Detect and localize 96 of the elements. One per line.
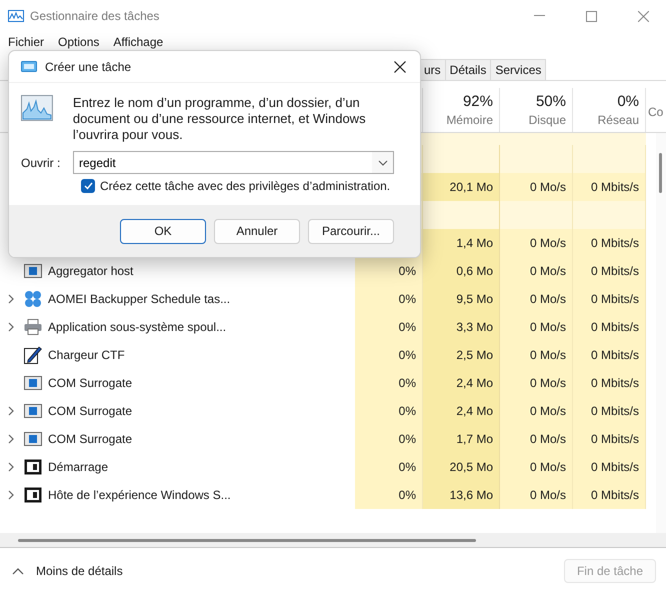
table-cell: 0 Mo/s [500, 369, 573, 397]
table-cell: 0% [355, 481, 423, 509]
process-name: Hôte de l’expérience Windows S... [48, 488, 231, 502]
process-name: COM Surrogate [48, 432, 132, 446]
table-cell: 0 Mbits/s [573, 313, 646, 341]
table-cell: 0 Mbits/s [573, 369, 646, 397]
tab[interactable]: Détails [444, 59, 492, 80]
table-cell: 0 Mo/s [500, 285, 573, 313]
column-header[interactable]: 0% Réseau [573, 88, 646, 132]
table-cell: 0% [355, 425, 423, 453]
window-icon [24, 404, 42, 418]
table-cell: 0 Mo/s [500, 425, 573, 453]
table-cell: 0 Mo/s [500, 397, 573, 425]
clover-icon [24, 290, 42, 308]
fewer-details-toggle[interactable]: Moins de détails [12, 564, 123, 578]
table-cell: 13,6 Mo [423, 481, 500, 509]
process-name: Aggregator host [48, 264, 134, 278]
table-cell: 1,4 Mo [423, 229, 500, 257]
table-cell: 20,1 Mo [423, 173, 500, 201]
window-title: Gestionnaire des tâches [30, 9, 160, 23]
process-name: AOMEI Backupper Schedule tas... [48, 292, 230, 306]
table-cell: 0% [355, 257, 423, 285]
table-cell: 0% [355, 285, 423, 313]
checkmark-icon [84, 182, 92, 190]
chevron-right-icon[interactable] [8, 294, 14, 304]
table-cell: 0,6 Mo [423, 257, 500, 285]
chevron-right-icon[interactable] [8, 406, 14, 416]
chevron-up-icon [12, 568, 24, 574]
task-manager-icon [8, 10, 24, 22]
table-cell: 0 Mbits/s [573, 453, 646, 481]
process-name: COM Surrogate [48, 404, 132, 418]
close-icon [638, 10, 648, 22]
table-cell: 0 Mbits/s [573, 229, 646, 257]
scrollbar-thumb[interactable] [18, 538, 476, 542]
table-cell: 0% [355, 369, 423, 397]
column-header[interactable]: 92% Mémoire [423, 88, 500, 132]
process-name: Chargeur CTF [48, 348, 125, 362]
process-name: COM Surrogate [48, 376, 132, 390]
table-cell: 20,5 Mo [423, 453, 500, 481]
table-cell: 3,3 Mo [423, 313, 500, 341]
table-cell: 0 Mbits/s [573, 425, 646, 453]
chevron-right-icon[interactable] [8, 322, 14, 332]
menu-item[interactable]: Affichage [113, 35, 164, 49]
table-cell: 0 Mo/s [500, 341, 573, 369]
table-cell: 2,4 Mo [423, 397, 500, 425]
close-icon [394, 60, 406, 72]
column-header[interactable]: 50% Disque [500, 88, 573, 132]
table-cell: 0 Mo/s [500, 453, 573, 481]
chevron-right-icon[interactable] [8, 434, 14, 444]
process-name: Application sous-système spoul... [48, 320, 226, 334]
column-header[interactable]: Co [646, 88, 665, 132]
dialog-title: Créer une tâche [45, 60, 132, 74]
table-cell: 0 Mo/s [500, 313, 573, 341]
window-icon [24, 459, 42, 475]
window-icon [24, 487, 42, 503]
window-icon [24, 376, 42, 390]
dialog-button[interactable]: Parcourir... [308, 218, 394, 244]
table-cell: 0 Mbits/s [573, 481, 646, 509]
table-cell: 2,4 Mo [423, 369, 500, 397]
table-cell: 0% [355, 397, 423, 425]
admin-checkbox-label: Créez cette tâche avec des privilèges d’administration. [100, 179, 390, 193]
table-cell: 0 Mo/s [500, 257, 573, 285]
table-cell: 0 Mbits/s [573, 173, 646, 201]
pen-notepad-icon [24, 346, 42, 364]
window-icon [21, 61, 37, 72]
table-cell: 0 Mo/s [500, 481, 573, 509]
dialog-message: Entrez le nom d’un programme, d’un dossier, d’un document ou d’une ressource internet, et Windows l’ouvrira pour vous. [72, 95, 367, 143]
window-icon [24, 432, 42, 446]
menu-item[interactable]: Fichier [8, 35, 44, 49]
minimize-icon [534, 15, 544, 17]
table-cell: 9,5 Mo [423, 285, 500, 313]
window-icon [24, 264, 42, 278]
table-cell: 0% [355, 313, 423, 341]
printer-icon [24, 319, 42, 335]
process-name: Démarrage [48, 460, 108, 474]
table-cell: 0 Mbits/s [573, 257, 646, 285]
tab[interactable]: Services [490, 59, 546, 80]
table-cell: 0 Mo/s [500, 173, 573, 201]
table-cell: 0 Mbits/s [573, 397, 646, 425]
dialog-button[interactable]: OK [120, 218, 206, 244]
table-cell: 0% [355, 453, 423, 481]
table-cell: 0% [355, 341, 423, 369]
maximize-icon [586, 10, 596, 22]
table-cell: 1,7 Mo [423, 425, 500, 453]
chevron-right-icon[interactable] [8, 490, 14, 500]
chart-window-icon [21, 95, 53, 121]
open-label: Ouvrir : [21, 156, 62, 170]
table-cell: 0 Mo/s [500, 229, 573, 257]
dialog-button[interactable]: Annuler [214, 218, 300, 244]
admin-checkbox[interactable] [81, 179, 95, 193]
chevron-right-icon[interactable] [8, 462, 14, 472]
menu-item[interactable]: Options [58, 35, 100, 49]
table-cell: 0 Mbits/s [573, 285, 646, 313]
table-cell: 2,5 Mo [423, 341, 500, 369]
table-cell: 0 Mbits/s [573, 341, 646, 369]
scrollbar-thumb[interactable] [659, 153, 662, 193]
